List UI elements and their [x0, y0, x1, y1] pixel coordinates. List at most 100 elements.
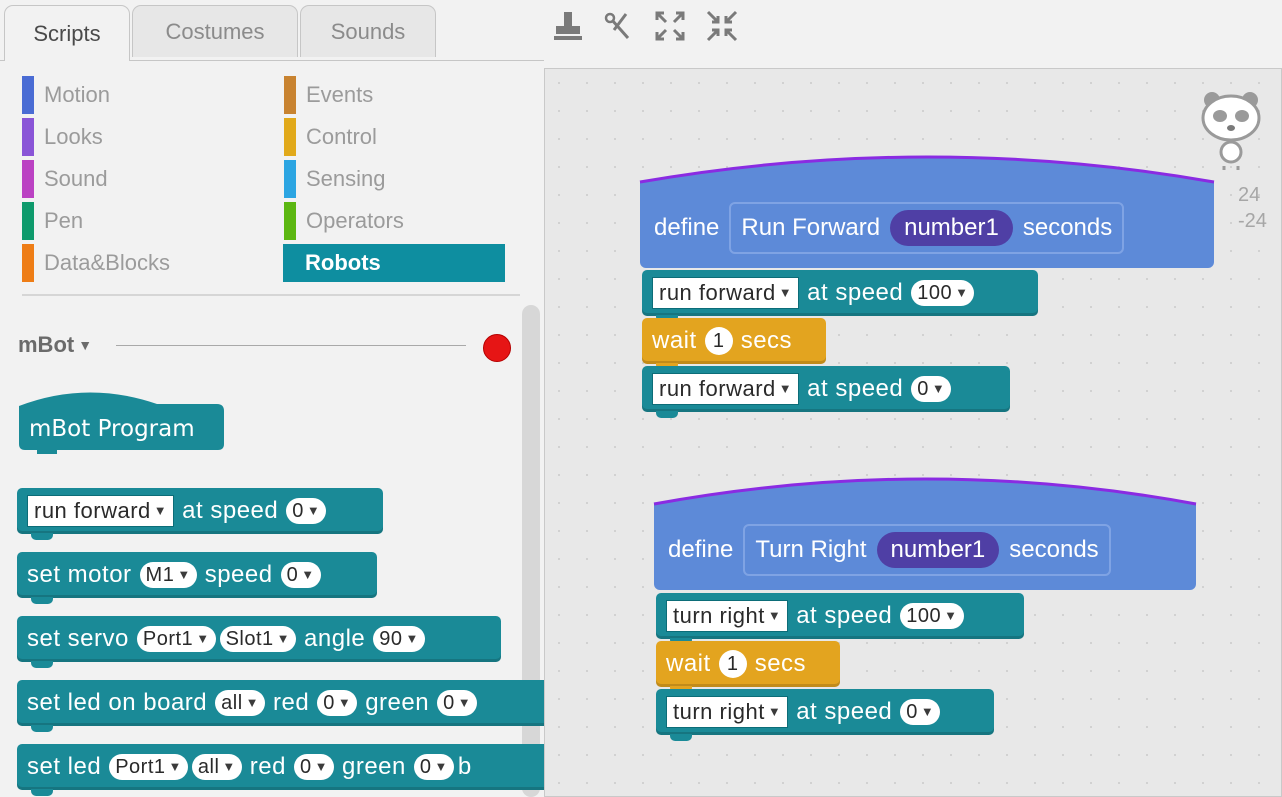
block-text: set led	[27, 753, 102, 780]
run-block[interactable]: run forward ▼ at speed 0 ▼	[642, 366, 1010, 418]
speed-value: 0	[286, 564, 299, 586]
category-events[interactable]: Events	[284, 76, 506, 114]
run-block[interactable]: run forward ▼ at speed 100 ▼	[642, 270, 1038, 322]
speed-input[interactable]: 0 ▼	[900, 699, 941, 725]
red-input[interactable]: 0 ▼	[293, 754, 334, 780]
category-pen[interactable]: Pen	[22, 202, 244, 240]
motor-dropdown[interactable]: M1 ▼	[139, 562, 197, 588]
wait-input[interactable]: 1	[718, 650, 747, 678]
chevron-down-icon: ▼	[314, 759, 328, 774]
angle-input[interactable]: 90 ▼	[373, 626, 425, 652]
device-selector[interactable]: mBot ▼	[18, 332, 92, 358]
set-servo-block[interactable]: set servo Port1 ▼ Slot1 ▼ angle 90 ▼	[17, 616, 501, 668]
define-block-turn-right[interactable]: define Turn Right number1 seconds	[654, 510, 1196, 590]
port-dropdown[interactable]: Port1 ▼	[136, 626, 216, 652]
param-reporter[interactable]: number1	[890, 210, 1013, 246]
shrink-icon[interactable]	[704, 8, 740, 44]
param-reporter[interactable]: number1	[876, 532, 1000, 568]
tab-scripts[interactable]: Scripts	[4, 5, 130, 61]
block-text: secs	[740, 327, 793, 354]
chevron-down-icon: ▼	[245, 695, 260, 710]
turn-block[interactable]: turn right ▼ at speed 0 ▼	[656, 689, 994, 741]
chevron-down-icon: ▼	[767, 608, 782, 623]
block-text: angle	[304, 625, 366, 652]
led-which-dropdown[interactable]: all ▼	[191, 754, 242, 780]
block-text: green	[341, 753, 406, 780]
wait-block[interactable]: wait 1 secs	[642, 318, 826, 370]
wait-input[interactable]: 1	[704, 327, 733, 355]
red-value: 0	[299, 756, 312, 778]
define-hat-top	[639, 155, 1215, 190]
set-led-board-block[interactable]: set led on board all ▼ red 0 ▼ green 0 ▼	[17, 680, 544, 732]
speed-input[interactable]: 100 ▼	[911, 280, 975, 306]
category-sound[interactable]: Sound	[22, 160, 244, 198]
category-robots[interactable]: Robots	[283, 244, 505, 282]
category-label: Events	[306, 82, 374, 107]
green-input[interactable]: 0 ▼	[413, 754, 454, 780]
procedure-suffix: seconds	[1009, 536, 1099, 563]
dropdown-value: run forward	[34, 498, 151, 523]
slot-dropdown[interactable]: Slot1 ▼	[219, 626, 297, 652]
speed-value: 100	[917, 282, 953, 304]
category-sensing[interactable]: Sensing	[284, 160, 506, 198]
chevron-down-icon: ▼	[78, 337, 93, 353]
red-input[interactable]: 0 ▼	[317, 690, 358, 716]
chevron-down-icon: ▼	[920, 704, 935, 719]
category-motion[interactable]: Motion	[22, 76, 244, 114]
tab-sounds[interactable]: Sounds	[300, 5, 436, 57]
category-label: Pen	[44, 208, 84, 233]
category-data-blocks[interactable]: Data&Blocks	[22, 244, 244, 282]
port-value: Port1	[115, 756, 166, 778]
tab-costumes[interactable]: Costumes	[132, 5, 298, 57]
stamp-icon[interactable]	[550, 8, 586, 44]
speed-input[interactable]: 0 ▼	[911, 376, 952, 402]
chevron-down-icon: ▼	[931, 381, 946, 396]
chevron-down-icon: ▼	[177, 567, 191, 582]
green-input[interactable]: 0 ▼	[437, 690, 478, 716]
direction-dropdown[interactable]: run forward ▼	[652, 277, 800, 309]
speed-input[interactable]: 100 ▼	[900, 603, 964, 629]
category-label: Control	[306, 124, 377, 149]
device-divider	[116, 345, 466, 346]
scissors-icon[interactable]	[600, 8, 636, 44]
define-block-run-forward[interactable]: define Run Forward number1 seconds	[640, 188, 1214, 268]
dropdown-value: turn right	[673, 699, 765, 724]
category-label: Sensing	[306, 166, 386, 191]
set-motor-block[interactable]: set motor M1 ▼ speed 0 ▼	[17, 552, 377, 604]
chevron-down-icon: ▼	[301, 567, 315, 582]
category-color-swatch	[284, 118, 296, 156]
speed-input[interactable]: 0 ▼	[286, 498, 327, 524]
block-text: b	[457, 753, 472, 780]
slot-value: Slot1	[225, 628, 274, 650]
category-color-swatch	[284, 202, 296, 240]
speed-value: 0	[917, 378, 929, 400]
mbot-program-hat[interactable]: mBot Program	[17, 384, 227, 456]
grow-icon[interactable]	[652, 8, 688, 44]
set-led-port-block[interactable]: set led Port1 ▼ all ▼ red 0 ▼ green 0 ▼ b	[17, 744, 544, 796]
speed-value: 0	[906, 701, 918, 723]
angle-value: 90	[379, 628, 403, 650]
category-looks[interactable]: Looks	[22, 118, 244, 156]
procedure-name: Turn Right	[755, 536, 867, 563]
led-which-dropdown[interactable]: all ▼	[215, 690, 266, 716]
category-color-swatch	[22, 76, 34, 114]
chevron-down-icon: ▼	[778, 285, 793, 300]
run-block[interactable]: run forward ▼ at speed 0 ▼	[17, 488, 383, 540]
dropdown-value: run forward	[659, 376, 776, 401]
category-operators[interactable]: Operators	[284, 202, 506, 240]
direction-dropdown[interactable]: run forward ▼	[27, 495, 175, 527]
green-value: 0	[419, 756, 432, 778]
chevron-down-icon: ▼	[955, 285, 969, 300]
category-control[interactable]: Control	[284, 118, 506, 156]
connection-status-icon	[483, 334, 511, 362]
wait-block[interactable]: wait 1 secs	[656, 641, 840, 693]
direction-dropdown[interactable]: turn right ▼	[666, 600, 789, 632]
direction-dropdown[interactable]: run forward ▼	[652, 373, 800, 405]
turn-block[interactable]: turn right ▼ at speed 100 ▼	[656, 593, 1024, 645]
block-text: red	[249, 753, 286, 780]
direction-dropdown[interactable]: turn right ▼	[666, 696, 789, 728]
chevron-down-icon: ▼	[196, 631, 210, 646]
define-hat-top	[653, 477, 1197, 512]
port-dropdown[interactable]: Port1 ▼	[109, 754, 188, 780]
speed-input[interactable]: 0 ▼	[280, 562, 321, 588]
